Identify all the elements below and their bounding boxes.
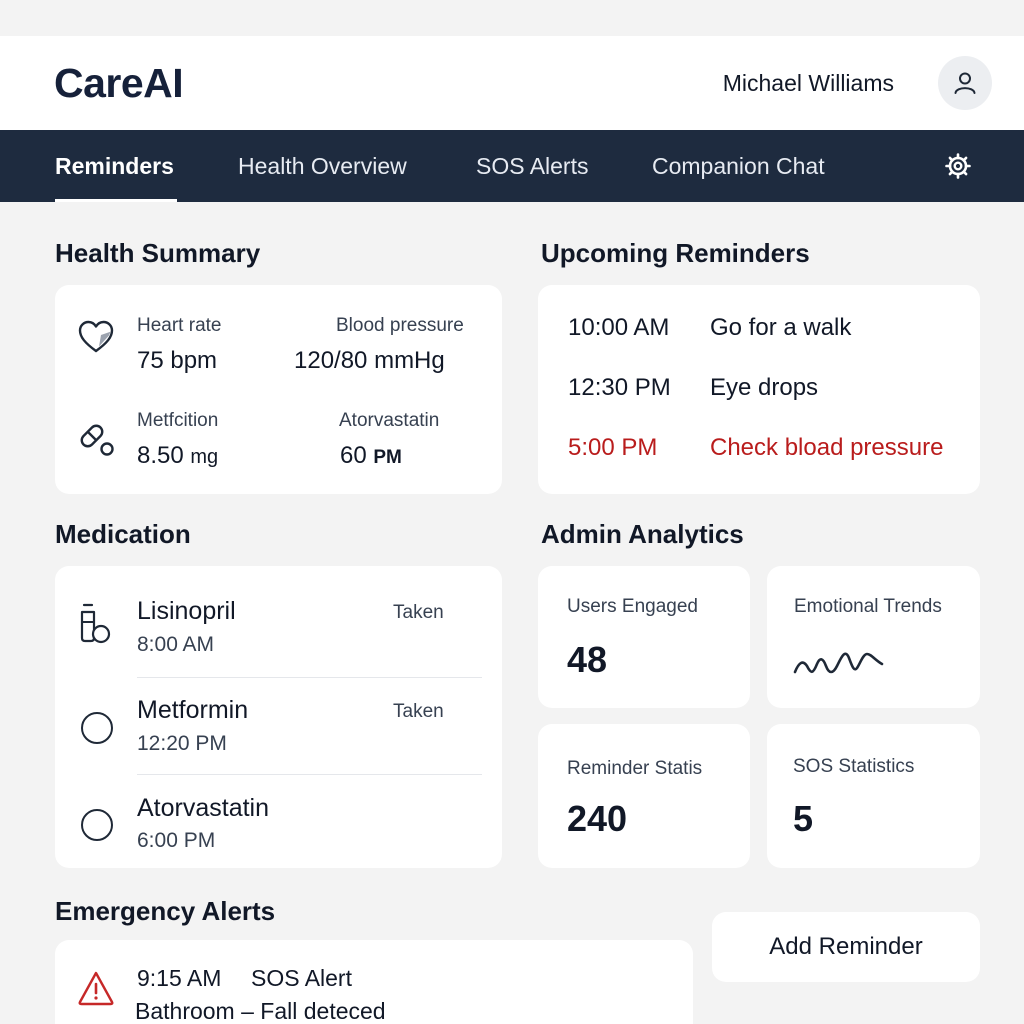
main-nav: Reminders Health Overview SOS Alerts Com… [0, 130, 1024, 202]
user-avatar-button[interactable] [938, 56, 992, 110]
admin-analytics-title: Admin Analytics [541, 519, 744, 549]
med1-amount: 8.50 [137, 442, 184, 469]
add-reminder-button[interactable]: Add Reminder [712, 912, 980, 982]
heart-icon [78, 320, 114, 353]
medication-time: 8:00 AM [137, 633, 215, 656]
medication-name: Metformin [137, 696, 249, 724]
med1-value: 8.50 mg [137, 442, 218, 470]
active-tab-indicator [55, 199, 177, 202]
med2-label: Atorvastatin [339, 410, 440, 431]
tab-sos-alerts[interactable]: SOS Alerts [476, 130, 588, 202]
health-summary-card: Heart rate 75 bpm Blood pressure 120/80 … [55, 285, 502, 494]
app-logo: CareAI [54, 60, 184, 106]
reminder-time: 12:30 PM [568, 374, 671, 401]
divider [137, 677, 482, 678]
heart-rate-value: 75 bpm [137, 347, 218, 374]
medication-check-circle[interactable] [81, 712, 113, 744]
reminder-stats-card[interactable]: Reminder Statis 240 [538, 724, 750, 868]
upcoming-reminders-card: 10:00 AM Go for a walk 12:30 PM Eye drop… [538, 285, 980, 494]
sos-stats-label: SOS Statistics [793, 756, 915, 777]
medication-name: Lisinopril [137, 597, 236, 625]
medication-card: Lisinopril 8:00 AM Taken Metformin 12:20… [55, 566, 502, 868]
reminder-stats-value: 240 [567, 798, 628, 839]
warning-triangle-icon [78, 971, 114, 1006]
reminder-text: Check bload pressure [710, 434, 944, 461]
med1-label: Metfcition [137, 410, 219, 431]
alert-time: 9:15 AM [137, 965, 222, 991]
medication-time: 6:00 PM [137, 829, 216, 852]
users-engaged-card[interactable]: Users Engaged 48 [538, 566, 750, 708]
heart-rate-label: Heart rate [137, 315, 222, 336]
blood-pressure-value: 120/80 mmHg [294, 347, 445, 374]
reminder-time: 10:00 AM [568, 314, 670, 341]
users-engaged-value: 48 [567, 639, 608, 680]
med2-amount: 60 [340, 442, 367, 469]
medication-name: Atorvastatin [137, 794, 270, 822]
emotional-trends-label: Emotional Trends [794, 596, 942, 617]
app-header: CareAI Michael Williams [0, 36, 1024, 130]
divider [137, 774, 482, 775]
medication-title: Medication [55, 519, 191, 549]
emotional-trends-card[interactable]: Emotional Trends [767, 566, 980, 708]
emergency-alerts-card: 9:15 AM SOS Alert Bathroom – Fall detece… [55, 940, 693, 1024]
medication-status: Taken [393, 701, 444, 722]
users-engaged-label: Users Engaged [567, 596, 698, 617]
reminder-text: Eye drops [710, 374, 819, 401]
medicine-bottle-icon [80, 603, 111, 644]
med2-unit: PM [373, 447, 402, 468]
user-name[interactable]: Michael Williams [723, 70, 894, 97]
pill-icon [80, 424, 114, 456]
tab-reminders[interactable]: Reminders [55, 130, 174, 202]
gear-icon[interactable] [944, 152, 972, 180]
sos-stats-card[interactable]: SOS Statistics 5 [767, 724, 980, 868]
alert-detail: Bathroom – Fall deteced [135, 998, 386, 1024]
medication-time: 12:20 PM [137, 732, 227, 755]
blood-pressure-label: Blood pressure [336, 315, 464, 336]
sos-stats-value: 5 [793, 798, 814, 839]
tab-health-overview[interactable]: Health Overview [238, 130, 407, 202]
tab-companion-chat[interactable]: Companion Chat [652, 130, 825, 202]
user-icon [954, 72, 976, 94]
upcoming-reminders-title: Upcoming Reminders [541, 238, 810, 268]
emergency-alerts-title: Emergency Alerts [55, 896, 276, 926]
reminder-time: 5:00 PM [568, 434, 658, 461]
med2-value: 60 PM [340, 442, 402, 470]
med1-unit: mg [190, 446, 219, 468]
medication-status: Taken [393, 602, 444, 623]
medication-check-circle[interactable] [81, 809, 113, 841]
health-summary-title: Health Summary [55, 238, 261, 268]
reminder-stats-label: Reminder Statis [567, 758, 703, 779]
trend-sparkline-icon [793, 652, 884, 674]
alert-type: SOS Alert [251, 965, 352, 991]
reminder-text: Go for a walk [710, 314, 852, 341]
